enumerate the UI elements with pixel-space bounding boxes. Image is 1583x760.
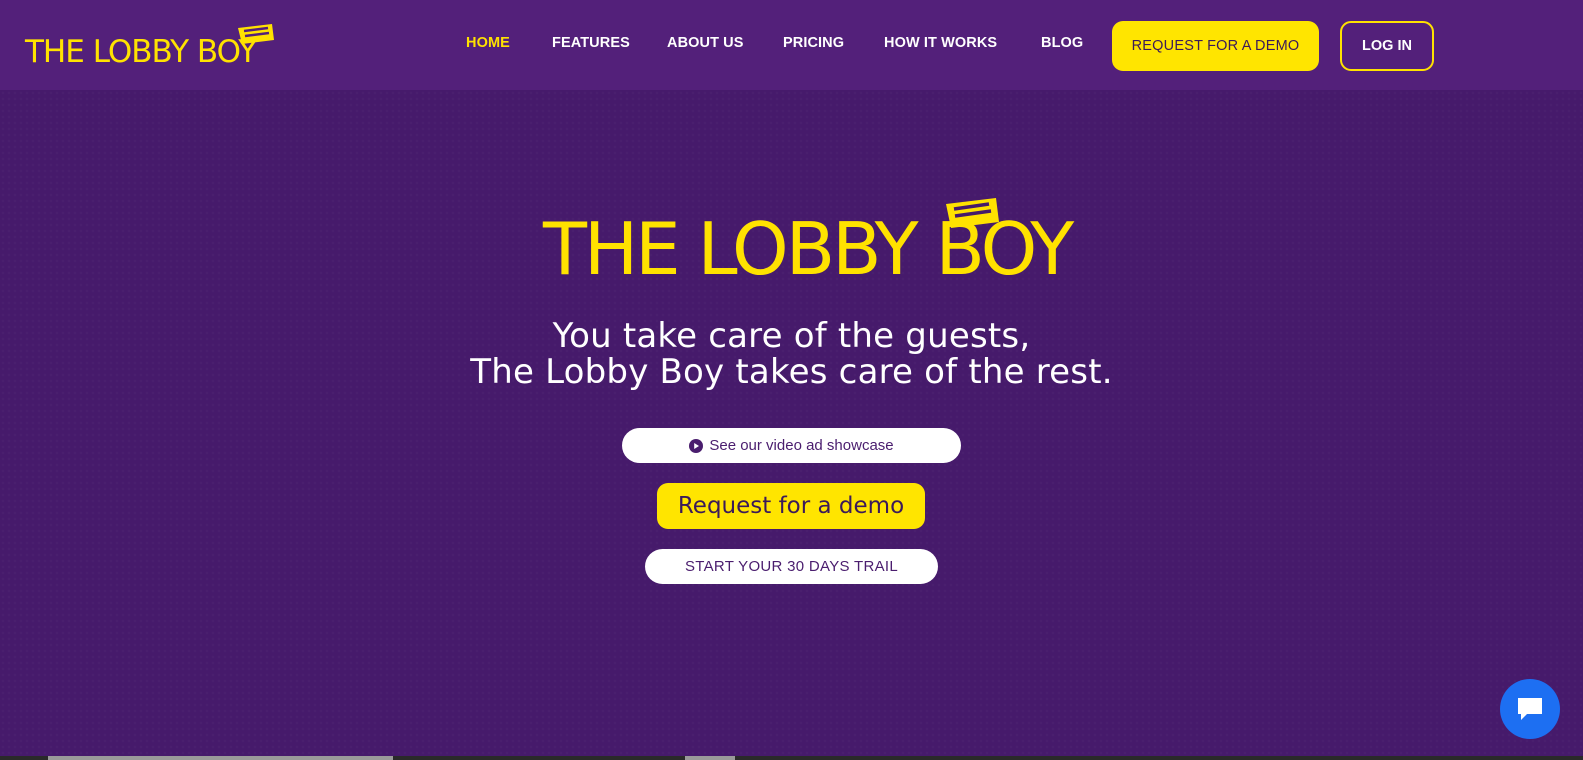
nav-pricing[interactable]: PRICING	[783, 35, 844, 51]
video-showcase-label: See our video ad showcase	[709, 437, 894, 454]
start-trial-button[interactable]: START YOUR 30 DAYS TRAIL	[645, 549, 938, 584]
nav-about-us[interactable]: ABOUT US	[667, 35, 744, 51]
nav-blog[interactable]: BLOG	[1041, 35, 1083, 51]
horizontal-scrollbar[interactable]	[0, 756, 1583, 760]
request-demo-nav-button[interactable]: REQUEST FOR A DEMO	[1112, 21, 1319, 71]
brand-logo[interactable]: THE LOBBY BOY	[25, 24, 274, 70]
scrollbar-segment	[685, 756, 735, 760]
bellhop-hat-icon	[238, 24, 274, 44]
request-demo-hero-button[interactable]: Request for a demo	[657, 483, 925, 529]
scrollbar-thumb[interactable]	[48, 756, 393, 760]
hero-tagline-line1: You take care of the guests,	[552, 316, 1031, 356]
login-button[interactable]: LOG IN	[1340, 21, 1434, 71]
nav-how-it-works[interactable]: HOW IT WORKS	[884, 35, 997, 51]
top-navbar: THE LOBBY BOY HOME FEATURES ABOUT US PRI…	[0, 0, 1583, 90]
nav-home[interactable]: HOME	[466, 35, 510, 51]
hero-tagline-line2: The Lobby Boy takes care of the rest.	[470, 352, 1113, 392]
chat-launcher-button[interactable]	[1500, 679, 1560, 739]
nav-features[interactable]: FEATURES	[552, 35, 630, 51]
chat-bubble-icon	[1518, 698, 1542, 720]
play-circle-icon	[689, 438, 704, 453]
hero-logo: THE LOBBY BOY	[543, 198, 1074, 285]
video-showcase-button[interactable]: See our video ad showcase	[622, 428, 961, 463]
brand-logo-text: THE LOBBY BOY	[25, 34, 257, 70]
bellhop-hat-icon	[946, 198, 999, 228]
